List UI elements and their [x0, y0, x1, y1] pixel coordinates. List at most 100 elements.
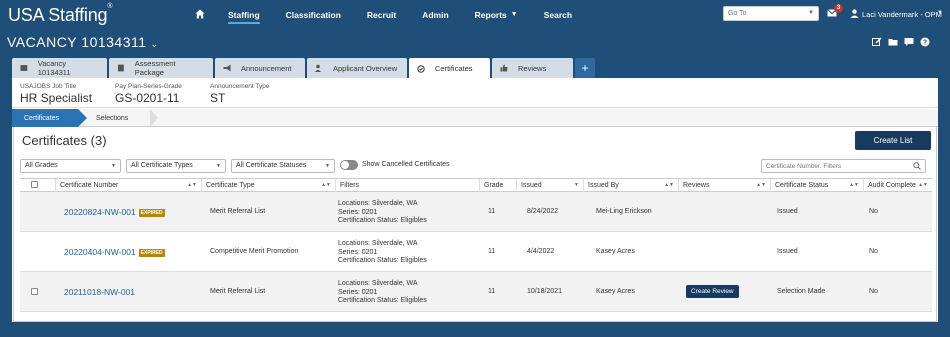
sort-icon: ▼: [574, 182, 579, 188]
tab-vacancy[interactable]: Vacancy 10134311: [12, 58, 107, 78]
step-certificates[interactable]: Certificates: [12, 109, 87, 127]
expired-badge: EXPIRED: [138, 249, 165, 257]
sort-icon: ▲▼: [187, 182, 197, 188]
chevron-down-icon: ▼: [216, 163, 221, 169]
vacancy-tabs: Vacancy 10134311 Assessment Package Anno…: [12, 58, 597, 79]
col-grade[interactable]: Grade: [480, 179, 517, 192]
comment-icon[interactable]: [904, 37, 914, 47]
certificate-grade: 11: [488, 288, 496, 295]
certificate-grade: 11: [488, 208, 496, 215]
table-row: 20220824-NW-001 EXPIRED Merit Referral Li…: [20, 192, 932, 232]
create-list-button[interactable]: Create List: [855, 131, 931, 150]
certificates-section: Certificates (3) Create List All Grades ▼…: [13, 127, 937, 322]
certificate-issued: 4/4/2022: [527, 248, 555, 255]
tab-applicant-overview[interactable]: Applicant Overview: [307, 58, 407, 78]
folder-icon[interactable]: [888, 37, 898, 47]
certificate-status: Selection Made: [777, 288, 826, 295]
certificate-status: Issued: [777, 248, 798, 255]
certificate-type: Merit Referral List: [210, 208, 266, 215]
search-icon[interactable]: [913, 162, 921, 170]
select-all-checkbox[interactable]: [31, 181, 38, 188]
clipboard-icon: [117, 64, 124, 72]
thumbs-up-icon: [500, 64, 508, 72]
col-certificate-number[interactable]: Certificate Number ▲▼: [56, 179, 202, 192]
create-review-button[interactable]: Create Review: [686, 285, 739, 298]
certificate-issued-by: Mei-Ling Erickson: [596, 208, 652, 215]
certificate-filters: Locations: Silverdale, WA Series: 0201 Cer…: [338, 240, 427, 264]
nav-staffing[interactable]: Staffing: [228, 0, 260, 29]
nav-search[interactable]: Search: [544, 0, 572, 29]
certificate-number-link[interactable]: 20211018-NW-001: [64, 287, 135, 297]
ppsg-value: GS-0201-11: [115, 91, 180, 105]
select-all-cell: [20, 179, 56, 192]
nav-recruit[interactable]: Recruit: [367, 0, 396, 29]
home-icon[interactable]: [195, 9, 205, 19]
table-header: Certificate Number ▲▼ Certificate Type ▲▼ …: [20, 178, 932, 192]
expired-badge: EXPIRED: [138, 209, 165, 217]
certificate-issued: 8/24/2022: [527, 208, 559, 215]
tab-reviews[interactable]: Reviews: [492, 58, 573, 78]
certificate-issued-by: Kasey Acres: [596, 248, 635, 255]
edit-icon[interactable]: [872, 37, 882, 47]
type-filter-select[interactable]: All Certificate Types ▼: [126, 159, 226, 173]
sort-icon: ▲▼: [664, 182, 674, 188]
app-logo[interactable]: USA Staffing®: [8, 3, 113, 26]
audit-complete: No: [869, 248, 878, 255]
col-certificate-type[interactable]: Certificate Type ▲▼: [202, 179, 336, 192]
sort-icon: ▲▼: [321, 182, 331, 188]
add-tab-button[interactable]: +: [575, 58, 595, 78]
chevron-down-icon: ⌄: [150, 39, 159, 49]
chevron-down-icon: ▼: [325, 163, 330, 169]
help-icon[interactable]: ?: [920, 37, 930, 47]
megaphone-icon: [223, 64, 231, 72]
announcement-type-value: ST: [210, 91, 226, 105]
audit-complete: No: [869, 288, 878, 295]
certificate-filters: Locations: Silverdale, WA Series: 0201 Cer…: [338, 280, 427, 304]
col-filters[interactable]: Filters: [336, 179, 480, 192]
certificate-issued-by: Kasey Acres: [596, 288, 635, 295]
status-filter-select[interactable]: All Certificate Statuses ▼: [231, 159, 335, 173]
certificate-status: Issued: [777, 208, 798, 215]
ppsg-label: Pay Plan-Series-Grade: [115, 83, 182, 90]
col-issued-by[interactable]: Issued By ▲▼: [584, 179, 679, 192]
audit-complete: No: [869, 208, 878, 215]
chevron-down-icon: ▼: [937, 10, 943, 16]
tab-assessment-package[interactable]: Assessment Package: [109, 58, 213, 78]
nav-classification[interactable]: Classification: [286, 0, 341, 29]
tab-announcement[interactable]: Announcement: [215, 58, 305, 78]
chevron-down-icon: ▼: [808, 10, 814, 16]
vacancy-title[interactable]: VACANCY 10134311 ⌄: [7, 34, 159, 50]
grade-filter-select[interactable]: All Grades ▼: [20, 159, 121, 173]
certificate-icon: [417, 64, 425, 73]
show-cancelled-label: Show Cancelled Certificates: [362, 161, 450, 168]
chevron-down-icon: ▼: [510, 11, 518, 18]
certificate-number-link[interactable]: 20220404-NW-001: [64, 247, 136, 257]
show-cancelled-toggle[interactable]: [340, 160, 358, 170]
goto-input[interactable]: [723, 6, 819, 21]
vacancy-summary: USAJOBS Job Title HR Specialist Pay Plan…: [12, 78, 938, 108]
certificate-type: Merit Referral List: [210, 288, 266, 295]
certificate-number-link[interactable]: 20220824-NW-001: [64, 207, 136, 217]
col-audit-complete[interactable]: Audit Complete ▲▼: [864, 179, 932, 192]
col-reviews[interactable]: Reviews ▲▼: [679, 179, 771, 192]
job-title-value: HR Specialist: [20, 91, 93, 105]
users-icon: [315, 64, 321, 72]
table-row: 20220404-NW-001 EXPIRED Competitive Merit…: [20, 232, 932, 272]
nav-reports[interactable]: Reports ▼: [475, 0, 518, 29]
sort-icon: ▲▼: [849, 182, 859, 188]
certificates-title: Certificates (3): [22, 133, 107, 148]
row-checkbox[interactable]: [31, 288, 38, 295]
certificate-issued: 10/18/2021: [527, 288, 563, 295]
announcement-type-label: Announcement Type: [210, 83, 270, 90]
col-certificate-status[interactable]: Certificate Status ▲▼: [771, 179, 864, 192]
step-selections[interactable]: Selections: [78, 109, 158, 127]
mail-count-badge: 3: [834, 4, 843, 13]
sort-icon: ▲▼: [918, 182, 928, 188]
user-menu[interactable]: Laci Vandermark - OPM: [862, 10, 942, 19]
nav-admin[interactable]: Admin: [422, 0, 448, 29]
tab-certificates[interactable]: Certificates: [409, 58, 490, 79]
certificate-filters: Locations: Silverdale, WA Series: 0201 Cer…: [338, 200, 427, 224]
vacancy-panel: USAJOBS Job Title HR Specialist Pay Plan…: [12, 78, 938, 322]
certificate-search-input[interactable]: [761, 159, 926, 173]
col-issued[interactable]: Issued ▼: [517, 179, 584, 192]
